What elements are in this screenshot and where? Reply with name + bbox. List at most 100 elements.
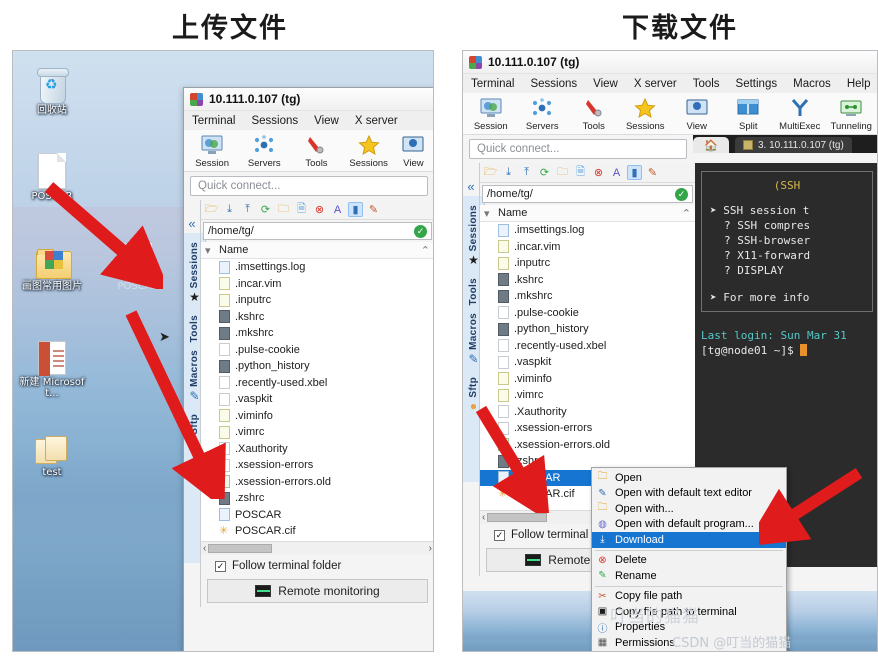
sidebar-tab-sessions[interactable]: Sessions [468, 205, 479, 251]
menu-x-server[interactable]: X server [355, 115, 398, 127]
text-mode-icon[interactable]: A [609, 165, 624, 180]
scrollbar-thumb[interactable] [487, 513, 548, 522]
toolbar-button-session[interactable]: Session [465, 96, 517, 132]
context-menu-item-rename[interactable]: ✎ Rename [592, 568, 786, 584]
toolbar-button-tools[interactable]: Tools [568, 96, 620, 132]
toolbar-button-tools[interactable]: Tools [290, 133, 342, 169]
file-row[interactable]: .Xauthority [201, 441, 433, 458]
collapse-icon[interactable]: « [184, 200, 200, 231]
file-row[interactable]: .inputrc [480, 255, 695, 272]
new-file-icon[interactable]: 🗎 [294, 202, 309, 217]
column-header-name[interactable]: Name [219, 244, 248, 256]
terminal-tab[interactable]: 3. 10.111.0.107 (tg) [735, 137, 852, 153]
context-menu-item-open-with[interactable]: 🗀 Open with... [592, 501, 786, 517]
download-icon[interactable]: ⤓ [501, 165, 516, 180]
toolbar-button-sessions[interactable]: Sessions [620, 96, 672, 132]
sidebar-tab-sessions[interactable]: Sessions [189, 242, 200, 288]
toolbar-button-view[interactable]: View [671, 96, 723, 132]
file-row[interactable]: .incar.vim [480, 239, 695, 256]
edit-icon[interactable]: ✎ [645, 165, 660, 180]
file-row[interactable]: .viminfo [480, 371, 695, 388]
edit-icon[interactable]: ✎ [366, 202, 381, 217]
context-menu-item-delete[interactable]: ⊗ Delete [592, 553, 786, 569]
delete-icon[interactable]: ⊗ [312, 202, 327, 217]
toolbar-button-servers[interactable]: Servers [517, 96, 569, 132]
toolbar-button-tunneling[interactable]: Tunneling [826, 96, 878, 132]
new-file-icon[interactable]: 🗎 [573, 165, 588, 180]
desktop-icon-recycle-bin[interactable]: ♻ 回收站 [15, 57, 89, 116]
file-row[interactable]: .mkshrc [480, 288, 695, 305]
menu-macros[interactable]: Macros [793, 78, 831, 90]
scroll-up-icon[interactable]: ⌃ [682, 207, 691, 220]
toolbar-button-view[interactable]: View [395, 133, 432, 169]
scroll-up-icon[interactable]: ⌃ [421, 244, 430, 257]
menu-settings[interactable]: Settings [736, 78, 778, 90]
file-row[interactable]: POSCAR [201, 507, 433, 524]
column-header-name[interactable]: Name [498, 207, 527, 219]
path-bar[interactable]: /home/tg/ ✓ [203, 222, 432, 240]
desktop-icon-powerpoint[interactable]: 新建 Microsoft... [15, 329, 89, 399]
file-row[interactable]: .kshrc [201, 309, 433, 326]
file-row[interactable]: .xsession-errors.old [201, 474, 433, 491]
upload-icon[interactable]: ⤒ [240, 202, 255, 217]
file-row[interactable]: .pulse-cookie [201, 342, 433, 359]
sidebar-tab-sftp[interactable]: Sftp [468, 377, 479, 398]
binary-mode-icon[interactable]: ▮ [627, 165, 642, 180]
menu-tools[interactable]: Tools [693, 78, 720, 90]
context-menu-item-open-with-default-program[interactable]: ◍ Open with default program... [592, 517, 786, 533]
follow-terminal-checkbox[interactable]: ✓ [494, 529, 505, 541]
toolbar-button-multiexec[interactable]: MultiExec [774, 96, 826, 132]
file-list[interactable]: .imsettings.log .incar.vim .inputrc .kshrc.… [201, 259, 433, 541]
toolbar-button-sessions[interactable]: Sessions [343, 133, 395, 169]
file-row[interactable]: .python_history [201, 358, 433, 375]
file-row[interactable]: .pulse-cookie [480, 305, 695, 322]
file-context-menu[interactable]: 🗀 Open ✎ Open with default text editor 🗀 Open… [591, 467, 787, 651]
file-row[interactable]: .xsession-errors [201, 457, 433, 474]
horizontal-scrollbar[interactable]: ‹ › [201, 541, 433, 555]
collapse-icon[interactable]: « [463, 163, 479, 194]
file-row[interactable]: .python_history [480, 321, 695, 338]
follow-terminal-checkbox[interactable]: ✓ [215, 560, 226, 572]
context-menu-item-open-with-default-text-editor[interactable]: ✎ Open with default text editor [592, 486, 786, 502]
quick-connect-input[interactable]: Quick connect... [469, 139, 687, 159]
file-row[interactable]: .vaspkit [201, 391, 433, 408]
context-menu-item-copy-file-path[interactable]: ✂ Copy file path [592, 589, 786, 605]
file-row[interactable]: .imsettings.log [201, 259, 433, 276]
follow-terminal-folder-row[interactable]: ✓ Follow terminal folder [201, 555, 433, 577]
quick-connect-input[interactable]: Quick connect... [190, 176, 428, 196]
sort-indicator[interactable]: ▾ [484, 207, 498, 220]
file-row[interactable]: .kshrc [480, 272, 695, 289]
remote-monitoring-button[interactable]: Remote monitoring [207, 579, 428, 603]
file-row[interactable]: .vimrc [480, 387, 695, 404]
context-menu-item-open[interactable]: 🗀 Open [592, 470, 786, 486]
desktop-icon-test-folder[interactable]: test [15, 419, 89, 478]
context-menu-item-permissions[interactable]: ▦ Permissions [592, 635, 786, 651]
file-row[interactable]: .inputrc [201, 292, 433, 309]
file-row[interactable]: .zshrc [201, 490, 433, 507]
file-row[interactable]: .vimrc [201, 424, 433, 441]
file-row[interactable]: .incar.vim [201, 276, 433, 293]
scrollbar-thumb[interactable] [208, 544, 273, 553]
context-menu-item-download[interactable]: ⤓ Download [592, 532, 786, 548]
refresh-icon[interactable]: ⟳ [258, 202, 273, 217]
folder-up-icon[interactable]: 🗁 [483, 165, 498, 180]
menu-terminal[interactable]: Terminal [192, 115, 235, 127]
path-bar[interactable]: /home/tg/ ✓ [482, 185, 693, 203]
new-folder-icon[interactable]: 🗀 [555, 165, 570, 180]
upload-icon[interactable]: ⤒ [519, 165, 534, 180]
text-mode-icon[interactable]: A [330, 202, 345, 217]
menu-help[interactable]: Help [847, 78, 871, 90]
menu-x-server[interactable]: X server [634, 78, 677, 90]
sidebar-tab-tools[interactable]: Tools [468, 278, 479, 305]
menu-terminal[interactable]: Terminal [471, 78, 514, 90]
home-tab-button[interactable]: 🏠 [693, 137, 729, 153]
scroll-right-icon[interactable]: › [429, 543, 432, 554]
binary-mode-icon[interactable]: ▮ [348, 202, 363, 217]
menu-view[interactable]: View [593, 78, 618, 90]
new-folder-icon[interactable]: 🗀 [276, 202, 291, 217]
sort-indicator[interactable]: ▾ [205, 244, 219, 257]
download-icon[interactable]: ⤓ [222, 202, 237, 217]
context-menu-item-copy-file-path-to-terminal[interactable]: ▣ Copy file path to terminal [592, 604, 786, 620]
toolbar-button-split[interactable]: Split [723, 96, 775, 132]
context-menu-item-properties[interactable]: ⓘ Properties [592, 620, 786, 636]
